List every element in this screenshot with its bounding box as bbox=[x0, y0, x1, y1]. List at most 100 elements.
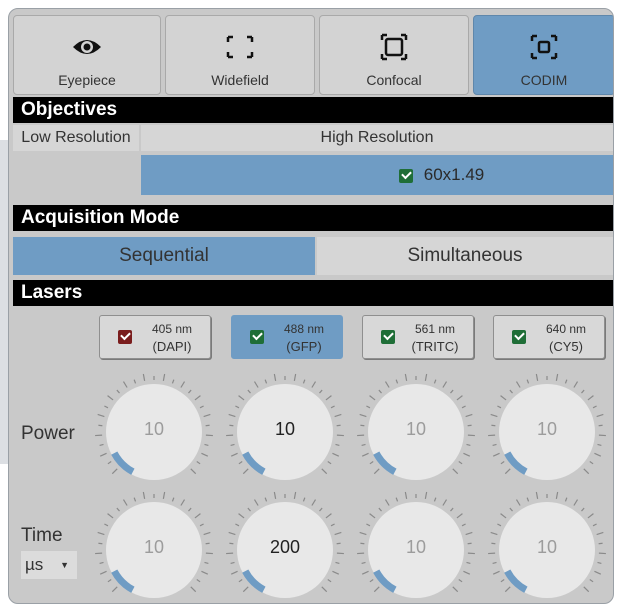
knob-tick bbox=[492, 570, 500, 575]
knob-value: 10 bbox=[143, 419, 165, 439]
knob-tick bbox=[490, 531, 498, 536]
knob-tick bbox=[238, 395, 245, 401]
knob-tick bbox=[162, 491, 166, 499]
knob-tick bbox=[361, 443, 366, 446]
widefield-frame-icon bbox=[226, 35, 254, 59]
tab-high-resolution[interactable]: High Resolution bbox=[141, 125, 613, 151]
knob-tick bbox=[230, 570, 238, 575]
time-knob-561[interactable]: 10 bbox=[355, 489, 477, 603]
knob-tick bbox=[204, 443, 209, 446]
laser-640-button[interactable]: 640 nm (CY5) bbox=[493, 315, 605, 359]
knob-tick bbox=[302, 497, 306, 502]
objective-resolution-tabs: Low Resolution High Resolution bbox=[13, 125, 613, 151]
knob-tick bbox=[597, 443, 602, 446]
laser-488-button[interactable]: 488 nm (GFP) bbox=[231, 315, 343, 359]
knob-tick bbox=[369, 513, 376, 519]
knob-tick bbox=[319, 507, 323, 512]
knob-tick bbox=[373, 586, 380, 593]
tab-low-resolution[interactable]: Low Resolution bbox=[13, 125, 139, 151]
knob-tick bbox=[461, 405, 466, 409]
time-knob-488[interactable]: 200 bbox=[224, 489, 346, 603]
knob-tick bbox=[463, 452, 471, 457]
knob-tick bbox=[171, 497, 175, 502]
knob-tick bbox=[384, 381, 390, 388]
simultaneous-button[interactable]: Simultaneous bbox=[317, 237, 613, 275]
knob-tick bbox=[230, 443, 235, 446]
knob-tick bbox=[361, 452, 369, 457]
time-knob-640[interactable]: 10 bbox=[486, 489, 608, 603]
knob-tick bbox=[142, 491, 146, 499]
knob-tick bbox=[188, 389, 192, 394]
knob-tick bbox=[497, 523, 502, 527]
knob-tick bbox=[190, 586, 197, 593]
time-knob-405[interactable]: 10 bbox=[93, 489, 215, 603]
knob-tick bbox=[450, 507, 454, 512]
knob-tick bbox=[238, 579, 243, 583]
laser-dye: (GFP) bbox=[286, 339, 322, 354]
knob-tick bbox=[334, 531, 342, 536]
knob-tick bbox=[327, 461, 332, 465]
knob-tick bbox=[596, 531, 604, 536]
mode-widefield-button[interactable]: Widefield bbox=[165, 15, 315, 95]
lasers-header: Lasers bbox=[13, 280, 613, 306]
knob-tick bbox=[497, 405, 502, 409]
knob-tick bbox=[196, 461, 201, 465]
knob-tick bbox=[463, 570, 471, 575]
knob-tick bbox=[122, 499, 128, 506]
knob-tick bbox=[111, 468, 118, 475]
acquisition-mode-header: Acquisition Mode bbox=[13, 205, 613, 231]
knob-tick bbox=[404, 373, 408, 381]
mode-eyepiece-button[interactable]: Eyepiece bbox=[13, 15, 161, 95]
knob-tick bbox=[378, 389, 382, 394]
checkbox-checked-icon bbox=[118, 330, 132, 344]
knob-tick bbox=[319, 389, 323, 394]
knob-value: 10 bbox=[536, 537, 558, 557]
knob-tick bbox=[104, 523, 109, 527]
knob-tick bbox=[587, 395, 594, 401]
time-label: Time bbox=[21, 525, 63, 546]
knob-tick bbox=[99, 570, 107, 575]
knob-tick bbox=[107, 461, 112, 465]
knob-tick bbox=[369, 395, 376, 401]
knob-tick bbox=[583, 468, 590, 475]
power-knob-561[interactable]: 10 bbox=[355, 371, 477, 493]
power-knob-488[interactable]: 10 bbox=[224, 371, 346, 493]
power-knob-405[interactable]: 10 bbox=[93, 371, 215, 493]
knob-tick bbox=[573, 381, 579, 388]
mode-confocal-button[interactable]: Confocal bbox=[319, 15, 469, 95]
checkbox-checked-icon bbox=[381, 330, 395, 344]
knob-tick bbox=[321, 586, 328, 593]
knob-tick bbox=[589, 461, 594, 465]
knob-value: 10 bbox=[143, 537, 165, 557]
sequential-button[interactable]: Sequential bbox=[13, 237, 315, 275]
knob-tick bbox=[116, 507, 120, 512]
knob-tick bbox=[373, 468, 380, 475]
knob-tick bbox=[235, 405, 240, 409]
knob-tick bbox=[395, 379, 399, 384]
knob-tick bbox=[450, 389, 454, 394]
knob-tick bbox=[581, 389, 585, 394]
mode-label: CODIM bbox=[520, 72, 568, 88]
objective-60x-button[interactable]: 60x1.49 bbox=[141, 155, 613, 195]
knob-tick bbox=[359, 413, 367, 418]
knob-tick bbox=[366, 405, 371, 409]
knob-tick bbox=[461, 523, 466, 527]
knob-tick bbox=[433, 497, 437, 502]
mode-codim-button[interactable]: CODIM bbox=[473, 15, 613, 95]
time-unit-select[interactable]: µs ▼ bbox=[21, 551, 77, 579]
knob-tick bbox=[458, 461, 463, 465]
imaging-mode-bar: Eyepiece Widefield Confocal CODIM bbox=[13, 15, 613, 95]
knob-tick bbox=[203, 531, 211, 536]
knob-tick bbox=[122, 381, 128, 388]
power-knob-640[interactable]: 10 bbox=[486, 371, 608, 493]
knob-tick bbox=[369, 461, 374, 465]
checkbox-checked-icon bbox=[399, 168, 413, 183]
knob-tick bbox=[526, 497, 530, 502]
knob-tick bbox=[492, 561, 497, 564]
laser-405-button[interactable]: 405 nm (DAPI) bbox=[99, 315, 211, 359]
knob-tick bbox=[332, 452, 340, 457]
knob-tick bbox=[97, 531, 105, 536]
laser-561-button[interactable]: 561 nm (TRITC) bbox=[362, 315, 474, 359]
knob-tick bbox=[335, 443, 340, 446]
laser-dye: (DAPI) bbox=[152, 339, 192, 354]
